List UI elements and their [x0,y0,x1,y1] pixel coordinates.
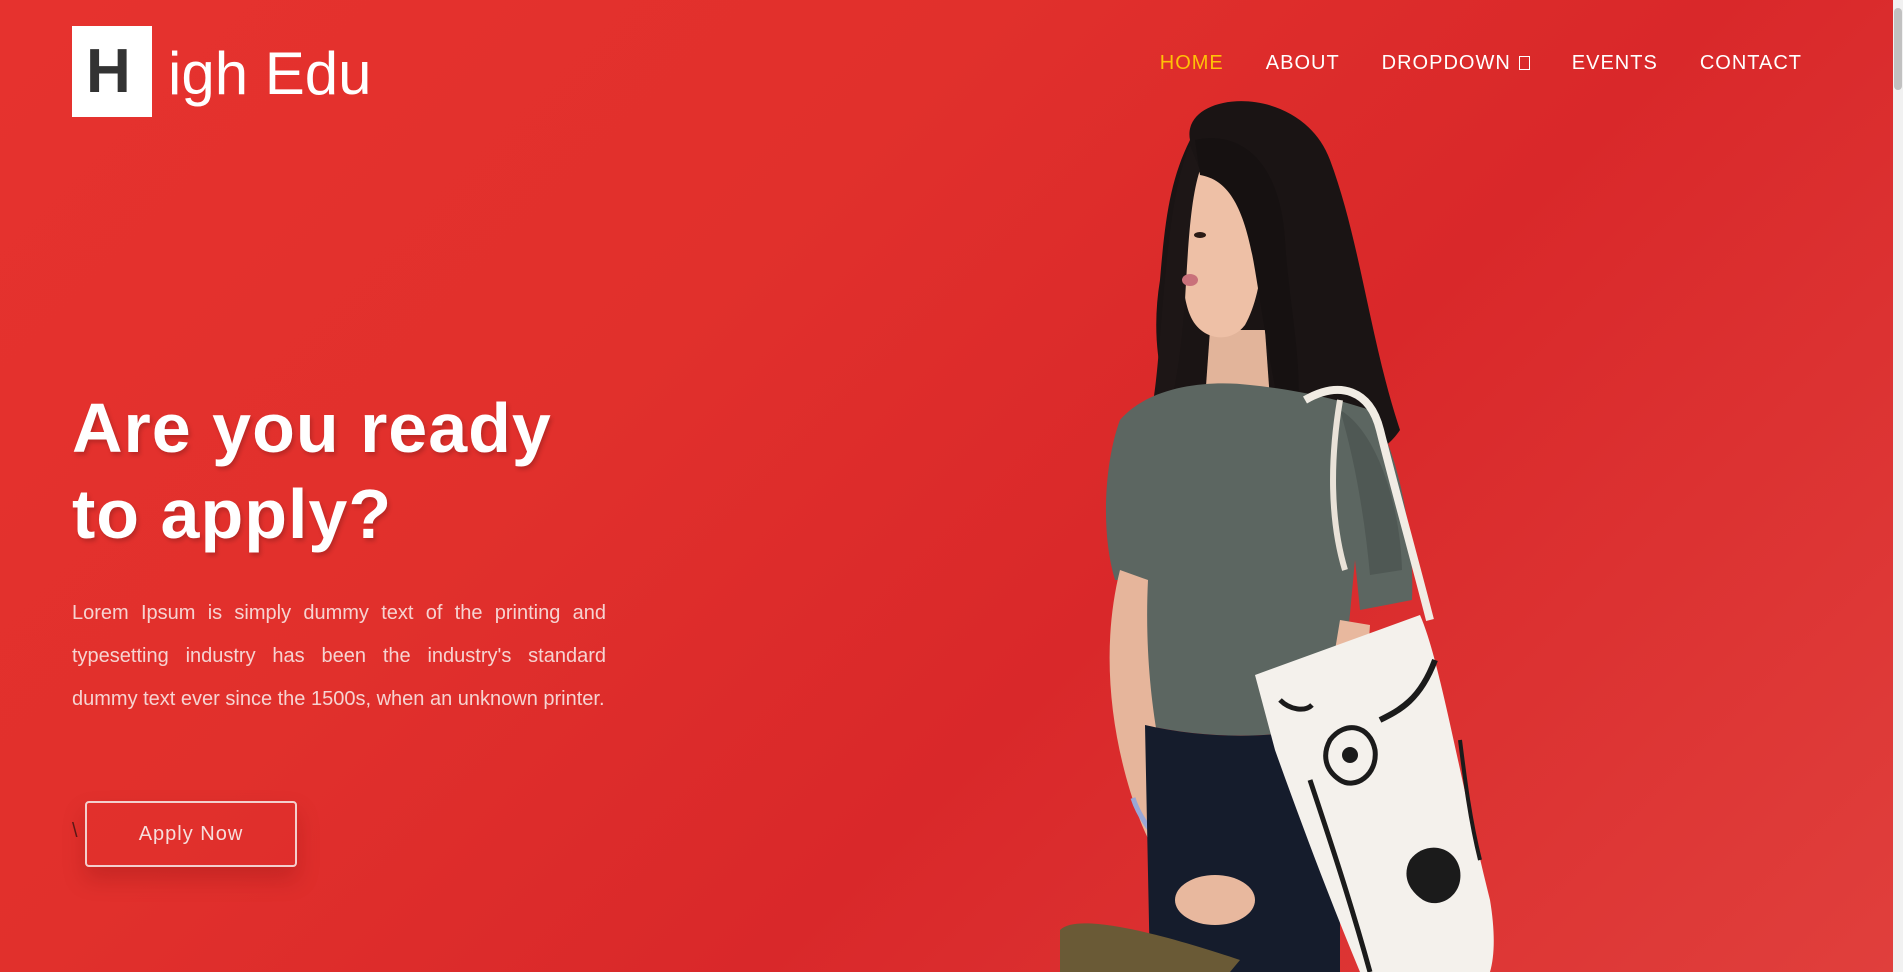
headline-line-1: Are you ready [72,389,552,467]
nav-events[interactable]: EVENTS [1572,52,1658,75]
site-logo[interactable]: H igh Edu [72,26,372,117]
student-photo [1060,101,1494,972]
logo-text: igh Edu [168,40,372,107]
nav-dropdown-label: DROPDOWN [1381,52,1511,74]
headline-line-2: to apply? [72,475,393,553]
logo-initial: H [86,37,131,106]
scrollbar-thumb[interactable] [1894,8,1902,90]
logo-mark: H [72,26,152,117]
page-scrollbar[interactable] [1893,0,1903,972]
nav-home[interactable]: HOME [1160,52,1224,75]
stray-character: \ [72,820,78,842]
hero-headline: Are you ready to apply? [72,385,632,557]
main-nav: HOME ABOUT DROPDOWN EVENTS CONTACT [1118,52,1802,75]
nav-dropdown[interactable]: DROPDOWN [1382,52,1530,75]
nav-about[interactable]: ABOUT [1266,52,1340,75]
hero-banner: H igh Edu HOME ABOUT DROPDOWN EVENTS CON… [0,0,1893,972]
dropdown-caret-icon [1518,56,1530,70]
apply-now-button[interactable]: Apply Now [85,801,297,867]
hero-description: Lorem Ipsum is simply dummy text of the … [72,602,606,710]
nav-contact[interactable]: CONTACT [1700,52,1802,75]
